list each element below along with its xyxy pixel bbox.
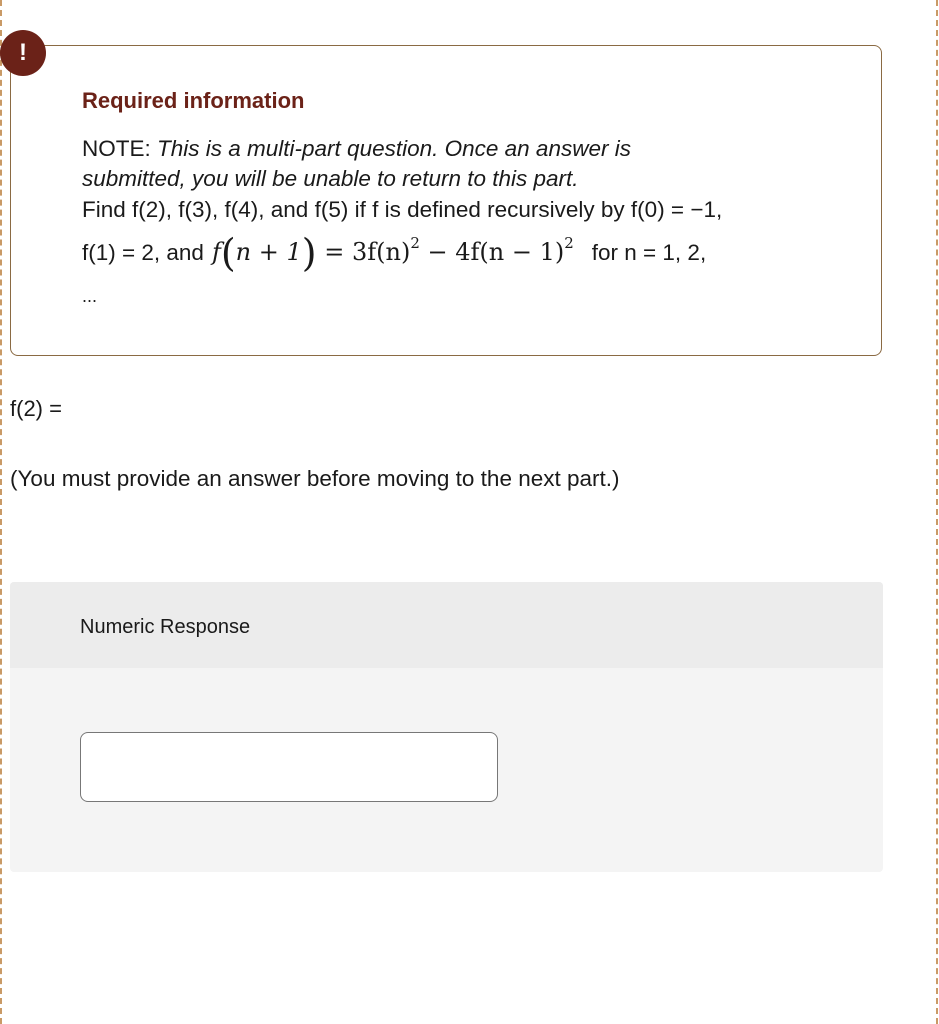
note-prefix: NOTE: (82, 136, 158, 161)
note-line-2: submitted, you will be unable to return … (82, 166, 579, 192)
right-border-decoration (936, 0, 938, 1024)
answer-required-warning: (You must provide an answer before movin… (10, 466, 620, 491)
question-prompt: f(2) = (10, 396, 62, 421)
exclamation-icon: ! (0, 30, 46, 76)
formula-rhs-a-exp: 2 (410, 234, 420, 252)
formula-rhs-a: = 3f(n) (324, 238, 411, 266)
note-italic-2: submitted, you will be unable to return … (82, 166, 579, 191)
recurrence-suffix: for n = 1, 2, (591, 240, 707, 265)
recurrence-formula: f(n + 1) = 3f(n)2 − 4f(n − 1)2 (211, 231, 574, 275)
find-statement: Find f(2), f(3), f(4), and f(5) if f is … (82, 197, 723, 222)
info-title: Required information (82, 88, 305, 113)
left-border-decoration (0, 0, 2, 1024)
note-italic-1: This is a multi-part question. Once an a… (157, 136, 631, 161)
note-line-1: NOTE: This is a multi-part question. Onc… (82, 136, 631, 162)
numeric-answer-input[interactable] (80, 732, 498, 802)
formula-lhs-f: f (211, 238, 221, 266)
formula-rhs-b: − 4f(n − 1) (419, 238, 565, 266)
formula-lhs-arg: n + 1 (235, 238, 302, 266)
response-header: Numeric Response (10, 582, 883, 668)
formula-rhs-b-exp: 2 (564, 234, 574, 252)
recurrence-line: f(1) = 2, and f(n + 1) = 3f(n)2 − 4f(n −… (82, 234, 706, 272)
numeric-response-panel: Numeric Response (10, 582, 883, 872)
response-label: Numeric Response (80, 616, 251, 638)
recurrence-ellipsis: ... (82, 286, 98, 306)
recurrence-prefix: f(1) = 2, and (82, 240, 204, 265)
